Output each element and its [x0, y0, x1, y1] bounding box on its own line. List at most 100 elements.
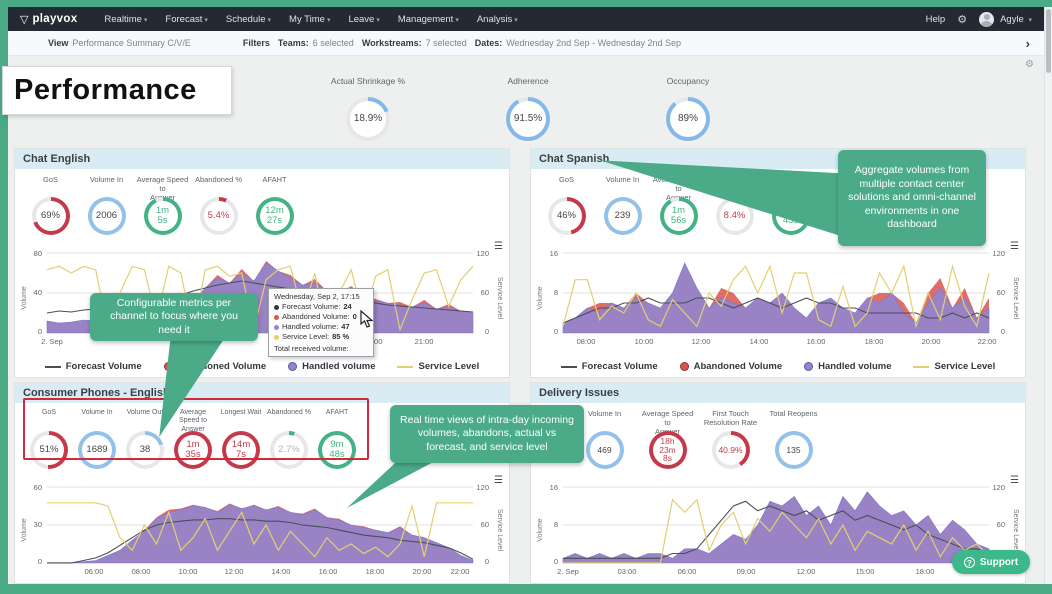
series-dot-icon [274, 305, 279, 310]
metric-gauge: Actual Shrinkage % 18.9% [308, 76, 428, 141]
chart-menu-icon[interactable]: ☰ [1010, 241, 1019, 252]
scrollbar-thumb[interactable] [1046, 9, 1051, 73]
legend-swatch [680, 362, 689, 371]
legend-label: Handled volume [818, 361, 891, 372]
nav-item-forecast[interactable]: Forecast▾ [156, 14, 216, 25]
chevron-down-icon: ▾ [144, 17, 148, 24]
nav-item-my-time[interactable]: My Time▾ [280, 14, 339, 25]
axis-tick: 06:00 [85, 567, 104, 576]
metric-ring: 5.4% [200, 197, 238, 235]
teams-value[interactable]: 6 selected [313, 38, 354, 48]
panel-title: Chat English [15, 149, 509, 169]
expand-chevron-icon[interactable]: › [1026, 36, 1030, 51]
nav-item-schedule[interactable]: Schedule▾ [217, 14, 280, 25]
legend-item[interactable]: Service Level [397, 361, 479, 372]
axis-tick: 0 [21, 557, 42, 566]
chevron-down-icon: ▾ [514, 17, 518, 24]
axis-tick: 0 [485, 327, 489, 336]
callout-aggregate-volumes: Aggregate volumes from multiple contact … [838, 150, 986, 246]
metric-gauge: GoS69% [23, 175, 78, 235]
chart-menu-icon[interactable]: ☰ [1010, 475, 1019, 486]
metric-ring: 38 [126, 431, 164, 469]
axis-tick: 120 [992, 483, 1005, 492]
series-dot-icon [274, 325, 279, 330]
legend-item[interactable]: Forecast Volume [561, 361, 658, 372]
metric-ring: 46% [548, 197, 586, 235]
axis-tick: 06:00 [678, 567, 697, 576]
page-title: Performance [14, 74, 197, 107]
vertical-scrollbar[interactable] [1044, 7, 1052, 584]
axis-tick: 0 [537, 557, 558, 566]
metric-gauge: AFAHT12m 27s [247, 175, 302, 235]
axis-tick: 40 [21, 288, 42, 297]
view-value[interactable]: Performance Summary C/V/E [72, 38, 191, 48]
support-button[interactable]: ? Support [952, 550, 1030, 574]
metric-value: 1m 56s [664, 201, 694, 231]
top-kpi-row: Actual Shrinkage %18.9%Adherence91.5%Occ… [308, 76, 748, 141]
legend-item[interactable]: Service Level [913, 361, 995, 372]
axis-tick: 2. Sep [41, 337, 63, 346]
legend-label: Forecast Volume [66, 361, 142, 372]
metric-gauge: Volume In2006 [79, 175, 134, 235]
panel-chat-english: Chat English GoS69%Volume In2006Average … [14, 148, 510, 378]
axis-tick: 20:00 [413, 567, 432, 576]
nav-item-management[interactable]: Management▾ [389, 14, 468, 25]
user-avatar[interactable] [979, 12, 994, 27]
metric-value: 18.9% [350, 101, 386, 137]
top-navbar: ▽ playvox Realtime▾ Forecast▾ Schedule▾ … [8, 7, 1044, 31]
axis-tick: 60 [481, 520, 489, 529]
metric-gauge-row: GoS69%Volume In2006Average Speed to Answ… [15, 169, 509, 235]
view-label: View [48, 38, 68, 48]
axis-tick: 16:00 [319, 567, 338, 576]
legend-swatch [913, 366, 929, 368]
metric-value: 14m 7s [226, 435, 256, 465]
dashboard-gear-icon[interactable]: ⚙ [1025, 59, 1034, 70]
tooltip-footer: Total received volume: [274, 344, 368, 353]
axis-tick: 03:00 [618, 567, 637, 576]
legend-item[interactable]: Handled volume [288, 361, 375, 372]
nav-item-analysis[interactable]: Analysis▾ [468, 14, 527, 25]
metric-gauge: Volume In239 [595, 175, 650, 235]
chevron-down-icon: ▾ [204, 17, 208, 24]
axis-tick: 08:00 [577, 337, 596, 346]
axis-tick: 14:00 [750, 337, 769, 346]
axis-tick: 16 [537, 249, 558, 258]
tooltip-row: Handled volume:47 [274, 322, 368, 332]
legend-item[interactable]: Abandoned Volume [680, 361, 783, 372]
tooltip-row: Forecast Volume:24 [274, 302, 368, 312]
axis-tick: 30 [21, 520, 42, 529]
legend-swatch [397, 366, 413, 368]
y2-axis-label: Service Level [496, 509, 503, 551]
metric-gauge: Average Speed to Answer1m 5s [135, 175, 190, 235]
legend-swatch [804, 362, 813, 371]
help-link[interactable]: Help [926, 14, 946, 25]
chart-menu-icon[interactable]: ☰ [494, 241, 503, 252]
nav-item-realtime[interactable]: Realtime▾ [95, 14, 156, 25]
playvox-logo[interactable]: ▽ playvox [20, 13, 77, 26]
legend-item[interactable]: Forecast Volume [45, 361, 142, 372]
filter-bar: View Performance Summary C/V/E Filters T… [8, 31, 1044, 56]
axis-tick: 22:00 [451, 567, 470, 576]
metric-ring: 9m 48s [318, 431, 356, 469]
legend-item[interactable]: Handled volume [804, 361, 891, 372]
axis-tick: 8 [537, 520, 558, 529]
workstreams-value[interactable]: 7 selected [426, 38, 467, 48]
metric-label: Average Speed to Answer [169, 409, 217, 429]
axis-tick: 80 [21, 249, 42, 258]
dates-value[interactable]: Wednesday 2nd Sep - Wednesday 2nd Sep [506, 38, 681, 48]
axis-tick: 12:00 [225, 567, 244, 576]
metric-label: Actual Shrinkage % [308, 76, 428, 86]
tooltip-rows: Forecast Volume:24Abandoned Volume:0Hand… [274, 302, 368, 343]
chart-menu-icon[interactable]: ☰ [494, 475, 503, 486]
user-menu[interactable]: Agyle ▾ [1000, 14, 1032, 25]
axis-tick: 12:00 [797, 567, 816, 576]
settings-gear-icon[interactable]: ⚙ [957, 13, 967, 26]
metric-label: Abandoned % [191, 175, 246, 195]
teams-label: Teams: [278, 38, 309, 48]
metric-label: GoS [25, 409, 73, 429]
metric-gauge: Adherence91.5% [468, 76, 588, 141]
metric-ring: 239 [604, 197, 642, 235]
nav-item-leave[interactable]: Leave▾ [339, 14, 388, 25]
panel-title: Consumer Phones - English [15, 383, 509, 403]
chart-plot [47, 487, 473, 563]
